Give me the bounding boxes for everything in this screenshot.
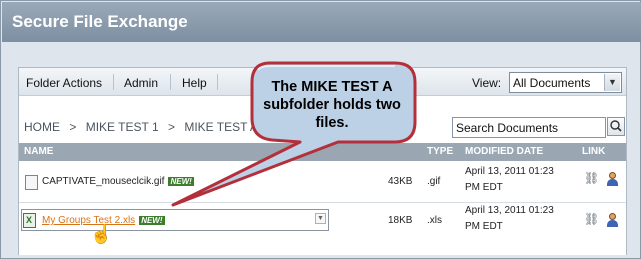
menu-separator (170, 74, 171, 90)
file-name[interactable]: CAPTIVATE_mouseclcik.gif NEW! (42, 176, 194, 187)
view-select-value: All Documents (513, 76, 591, 90)
file-size: 18KB (388, 215, 413, 226)
new-badge: NEW! (168, 177, 194, 186)
file-date: April 13, 2011 01:23 PM EDT (465, 205, 554, 232)
file-size: 43KB (388, 176, 413, 187)
row-options-chevron-icon[interactable]: ▼ (315, 213, 326, 224)
view-label: View: (472, 76, 502, 90)
file-type: .gif (427, 176, 441, 187)
hand-cursor-icon: ☝ (90, 224, 113, 244)
file-name-link[interactable]: My Groups Test 2.xls (42, 215, 135, 226)
col-modified[interactable]: MODIFIED DATE (465, 146, 543, 157)
col-name[interactable]: NAME (24, 146, 53, 157)
col-type[interactable]: TYPE (427, 146, 453, 157)
search-input[interactable]: Search Documents (452, 117, 606, 138)
search-button[interactable] (607, 117, 625, 136)
view-select[interactable]: All Documents ▼ (509, 72, 622, 93)
callout-text: The MIKE TEST A subfolder holds two file… (263, 79, 401, 131)
app-title: Secure File Exchange (2, 2, 641, 42)
user-icon[interactable] (606, 172, 618, 186)
link-chain-icon[interactable]: ⛓ (584, 171, 599, 185)
table-row[interactable]: CAPTIVATE_mouseclcik.gif NEW! 43KB .gif A… (19, 161, 626, 203)
breadcrumb: HOME > MIKE TEST 1 > MIKE TEST A (24, 120, 258, 134)
file-type: .xls (427, 215, 442, 226)
menu-separator (217, 74, 218, 90)
file-xls-icon (23, 213, 36, 228)
new-badge: NEW! (139, 216, 165, 225)
col-link: LINK (582, 146, 606, 157)
breadcrumb-separator: > (69, 120, 77, 134)
file-name-text[interactable]: CAPTIVATE_mouseclcik.gif (42, 176, 164, 187)
user-icon[interactable] (606, 213, 618, 227)
breadcrumb-separator: > (167, 120, 175, 134)
menu-admin[interactable]: Admin (124, 76, 158, 90)
menu-help[interactable]: Help (182, 76, 207, 90)
chevron-down-icon[interactable]: ▼ (604, 74, 620, 91)
breadcrumb-mike-test-a: MIKE TEST A (184, 120, 258, 134)
breadcrumb-mike-test-1[interactable]: MIKE TEST 1 (86, 120, 159, 134)
menu-separator (113, 74, 114, 90)
breadcrumb-home[interactable]: HOME (24, 120, 60, 134)
link-chain-icon[interactable]: ⛓ (584, 212, 599, 226)
table-header: NAME TYPE MODIFIED DATE LINK (19, 143, 626, 161)
search-icon (610, 120, 622, 132)
file-gif-icon (25, 175, 38, 190)
menu-folder-actions[interactable]: Folder Actions (26, 76, 102, 90)
file-date: April 13, 2011 01:23 PM EDT (465, 166, 554, 193)
